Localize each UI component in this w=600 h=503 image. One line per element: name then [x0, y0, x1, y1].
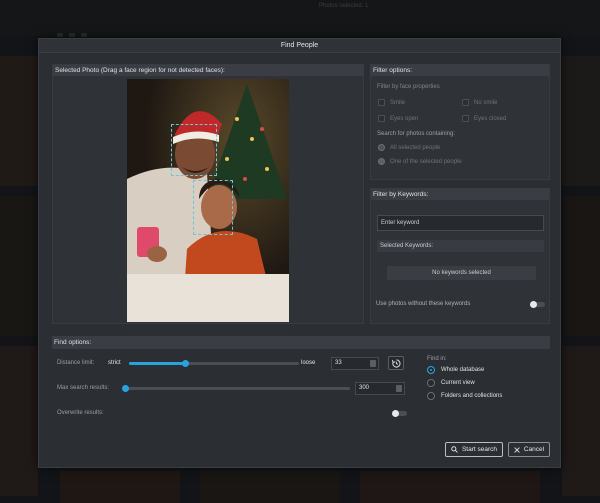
contains-label: Search for photos containing: [377, 131, 456, 137]
distance-slider-knob[interactable] [181, 360, 189, 367]
cancel-label: Cancel [523, 446, 545, 453]
eyes-closed-checkbox[interactable]: Eyes closed [462, 115, 506, 122]
reset-distance-button[interactable] [388, 356, 404, 370]
find-in-current-view-radio[interactable]: Current view [427, 379, 475, 387]
photo-panel-header: Selected Photo (Drag a face region for n… [53, 65, 363, 76]
distance-value-input[interactable]: 33 [331, 357, 379, 370]
distance-loose-label: loose [301, 360, 316, 366]
cancel-button[interactable]: Cancel [508, 442, 550, 457]
selected-photo[interactable] [127, 79, 289, 322]
max-results-slider-knob[interactable] [121, 385, 129, 392]
find-in-folders-radio[interactable]: Folders and collections [427, 392, 502, 400]
one-of-selected-people-radio[interactable]: One of the selected people [378, 158, 462, 165]
radio-dot [427, 366, 435, 374]
selected-keywords-header: Selected Keywords: [377, 240, 544, 252]
distance-strict-label: strict [108, 360, 121, 366]
overwrite-results-label: Overwrite results: [57, 410, 104, 416]
find-people-dialog: Find People Selected Photo (Drag a face … [38, 38, 561, 468]
smile-checkbox[interactable]: Smile [378, 99, 405, 106]
checkbox-label: Eyes open [390, 115, 419, 122]
radio-dot [378, 158, 385, 165]
close-icon [514, 446, 520, 453]
face-region-box[interactable] [193, 180, 233, 235]
filter-options-header: Filter options: [371, 65, 549, 76]
max-results-value: 300 [359, 385, 370, 391]
checkbox-box [378, 99, 385, 106]
eyes-open-checkbox[interactable]: Eyes open [378, 115, 418, 122]
distance-slider-fill [129, 362, 186, 365]
max-results-input[interactable]: 300 [355, 382, 405, 395]
face-region-box[interactable] [171, 124, 217, 176]
radio-label: Current view [441, 380, 475, 386]
search-icon [451, 446, 458, 453]
max-results-label: Max search results: [57, 385, 110, 391]
radio-label: All selected people [390, 144, 441, 151]
distance-limit-label: Distance limit: [57, 360, 95, 366]
filter-by-keywords-panel: Filter by Keywords: Enter keyword Select… [370, 188, 550, 324]
checkbox-label: No smile [474, 99, 498, 106]
overwrite-results-toggle[interactable] [392, 410, 407, 417]
checkbox-box [462, 115, 469, 122]
keywords-header: Filter by Keywords: [371, 189, 549, 200]
radio-dot [427, 392, 435, 400]
spin-icon[interactable] [370, 360, 376, 367]
find-in-whole-database-radio[interactable]: Whole database [427, 366, 484, 374]
exclude-keywords-label: Use photos without these keywords [376, 301, 471, 307]
max-results-slider[interactable] [121, 385, 350, 392]
distance-slider[interactable] [129, 360, 299, 367]
radio-dot [378, 144, 385, 151]
dialog-title: Find People [39, 39, 560, 53]
selected-photo-panel: Selected Photo (Drag a face region for n… [52, 64, 364, 324]
radio-label: Whole database [441, 367, 485, 373]
checkbox-label: Eyes closed [474, 115, 507, 122]
radio-label: One of the selected people [390, 158, 462, 165]
keyword-input[interactable]: Enter keyword [377, 215, 544, 231]
radio-label: Folders and collections [441, 393, 503, 399]
find-options-header: Find options: [52, 336, 550, 349]
no-smile-checkbox[interactable]: No smile [462, 99, 497, 106]
checkbox-box [462, 99, 469, 106]
start-search-label: Start search [461, 446, 498, 453]
face-properties-label: Filter by face properties [377, 84, 440, 90]
spin-icon[interactable] [396, 385, 402, 392]
distance-value: 33 [335, 360, 342, 366]
exclude-keywords-toggle[interactable] [530, 301, 545, 308]
all-selected-people-radio[interactable]: All selected people [378, 144, 440, 151]
checkbox-label: Smile [390, 99, 406, 106]
reset-icon [392, 359, 401, 368]
filter-options-panel: Filter options: Filter by face propertie… [370, 64, 550, 180]
checkbox-box [378, 115, 385, 122]
radio-dot [427, 379, 435, 387]
no-keywords-placeholder: No keywords selected [387, 266, 536, 280]
start-search-button[interactable]: Start search [445, 442, 503, 457]
find-in-label: Find in: [427, 356, 447, 362]
